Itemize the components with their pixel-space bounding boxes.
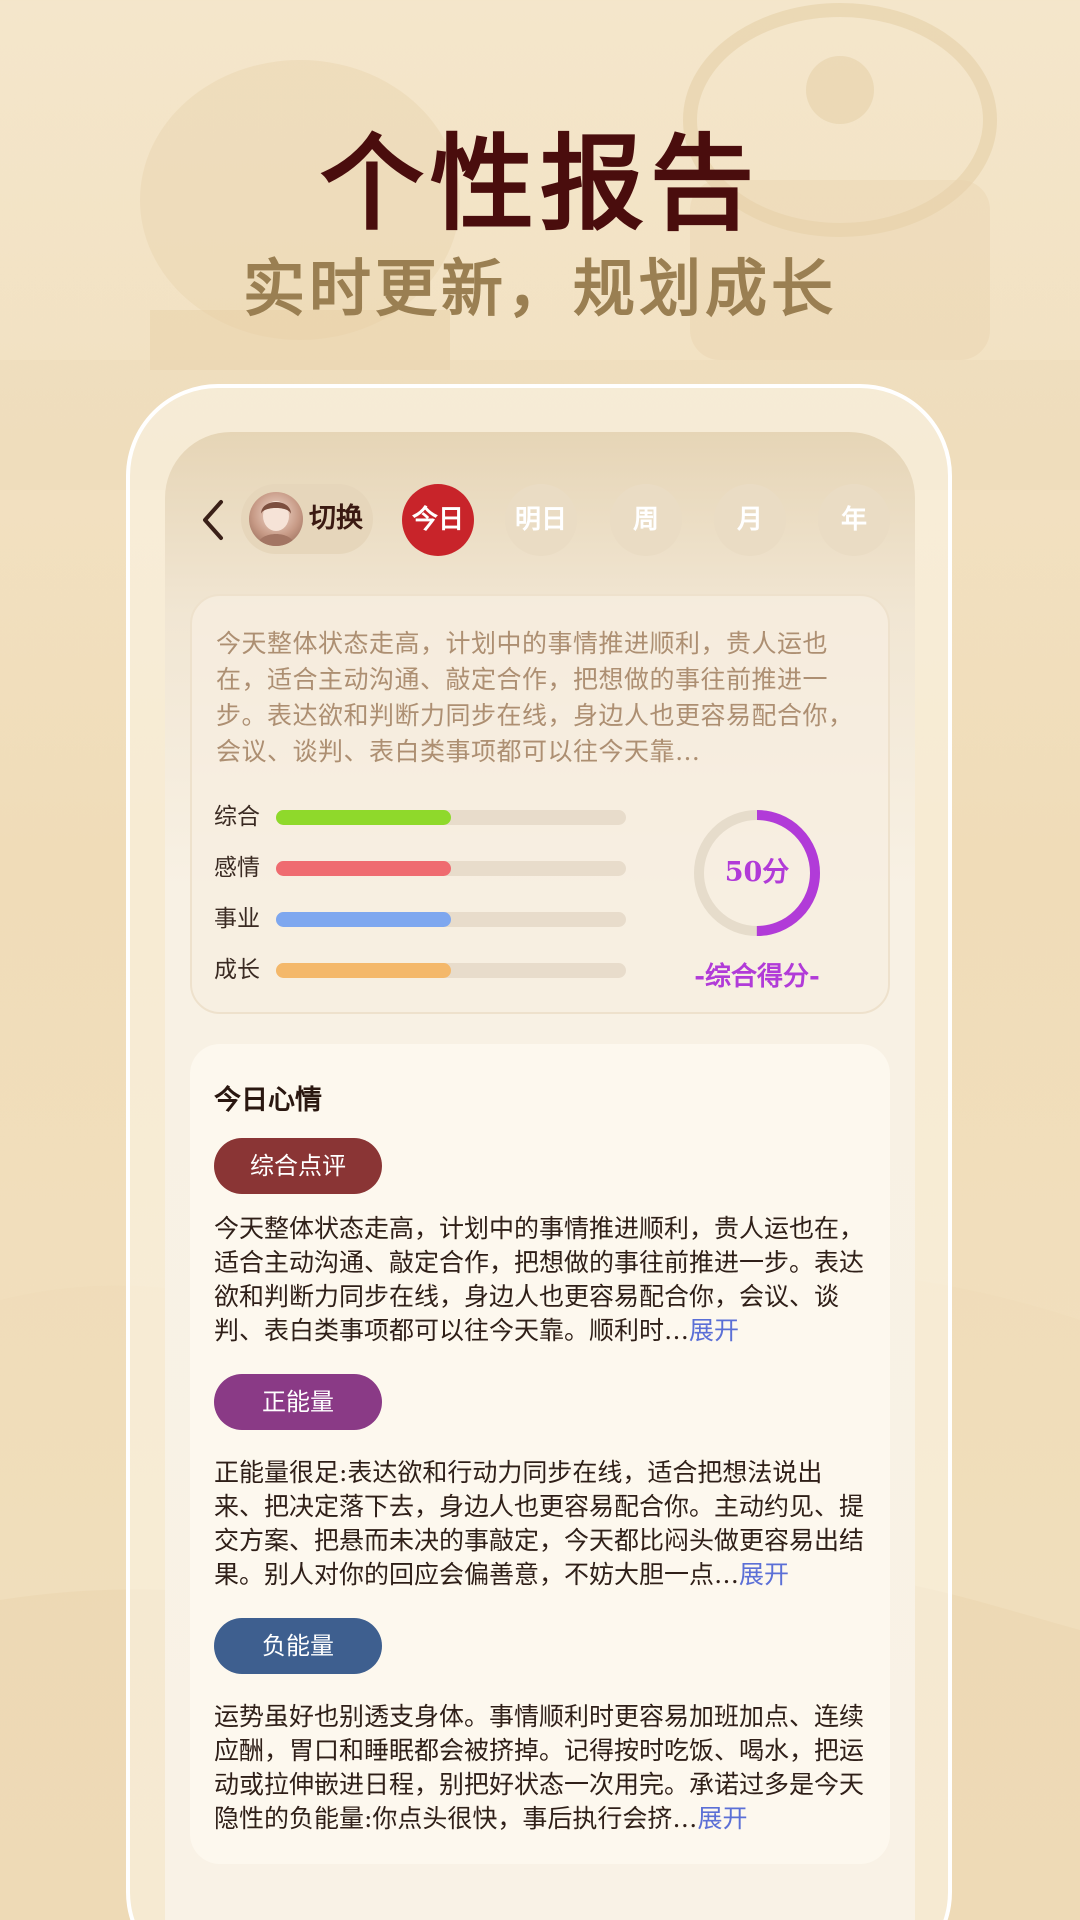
score-label: 成长 [214, 957, 260, 983]
tab-tomorrow[interactable]: 明日 [505, 484, 577, 556]
tab-today[interactable]: 今日 [402, 484, 474, 556]
paragraph-text: 今天整体状态走高，计划中的事情推进顺利，贵人运也在，适合主动沟通、敲定合作，把想… [214, 1214, 865, 1345]
pill-positive-energy: 正能量 [214, 1374, 382, 1430]
overall-score-caption: -综合得分- [694, 962, 820, 992]
score-bar-track [276, 861, 626, 876]
score-row-growth: 成长 [214, 955, 634, 985]
score-bar-track [276, 810, 626, 825]
overall-score-ring: 50分 [692, 808, 822, 938]
positive-energy-text: 正能量很足:表达欲和行动力同步在线，适合把想法说出来、把决定落下去，身边人也更容… [214, 1456, 869, 1592]
negative-energy-text: 运势虽好也别透支身体。事情顺利时更容易加班加点、连续应酬，胃口和睡眠都会被挤掉。… [214, 1700, 869, 1836]
score-label: 综合 [214, 804, 260, 830]
score-bar-fill [276, 861, 451, 876]
summary-text: 今天整体状态走高，计划中的事情推进顺利，贵人运也在，适合主动沟通、敲定合作，把想… [216, 629, 854, 766]
summary-card: 今天整体状态走高，计划中的事情推进顺利，贵人运也在，适合主动沟通、敲定合作，把想… [190, 594, 890, 1014]
score-row-overall: 综合 [214, 802, 634, 832]
expand-link[interactable]: 展开 [739, 1560, 789, 1589]
overall-comment-text: 今天整体状态走高，计划中的事情推进顺利，贵人运也在，适合主动沟通、敲定合作，把想… [214, 1212, 869, 1348]
score-bar-track [276, 912, 626, 927]
expand-link[interactable]: 展开 [689, 1316, 739, 1345]
avatar [249, 492, 303, 546]
score-label: 事业 [214, 906, 260, 932]
tab-month[interactable]: 月 [714, 484, 786, 556]
switch-profile-button[interactable]: 切换 [241, 484, 373, 554]
app-screen: 切换 今日 明日 周 月 年 今天整体状态走高，计划中的事情推进顺利，贵人运也在… [165, 432, 915, 1920]
score-bar-fill [276, 810, 451, 825]
score-row-love: 感情 [214, 853, 634, 883]
promo-subtitle: 实时更新，规划成长 [242, 252, 837, 325]
switch-label: 切换 [309, 503, 363, 534]
promo-title: 个性报告 [319, 122, 760, 245]
pill-overall-comment: 综合点评 [214, 1138, 382, 1194]
score-row-career: 事业 [214, 904, 634, 934]
section-heading: 今日心情 [214, 1085, 322, 1116]
score-label: 感情 [214, 855, 260, 881]
score-bar-fill [276, 963, 451, 978]
back-button[interactable] [193, 492, 233, 548]
expand-link[interactable]: 展开 [697, 1804, 747, 1833]
paragraph-text: 运势虽好也别透支身体。事情顺利时更容易加班加点、连续应酬，胃口和睡眠都会被挤掉。… [214, 1702, 865, 1833]
mood-detail-card: 今日心情 综合点评 今天整体状态走高，计划中的事情推进顺利，贵人运也在，适合主动… [190, 1044, 890, 1864]
score-bar-fill [276, 912, 451, 927]
tab-week[interactable]: 周 [610, 484, 682, 556]
chevron-left-icon [203, 500, 223, 540]
overall-score-value: 50分 [724, 857, 790, 888]
tab-year[interactable]: 年 [818, 484, 890, 556]
score-bar-track [276, 963, 626, 978]
pill-negative-energy: 负能量 [214, 1618, 382, 1674]
